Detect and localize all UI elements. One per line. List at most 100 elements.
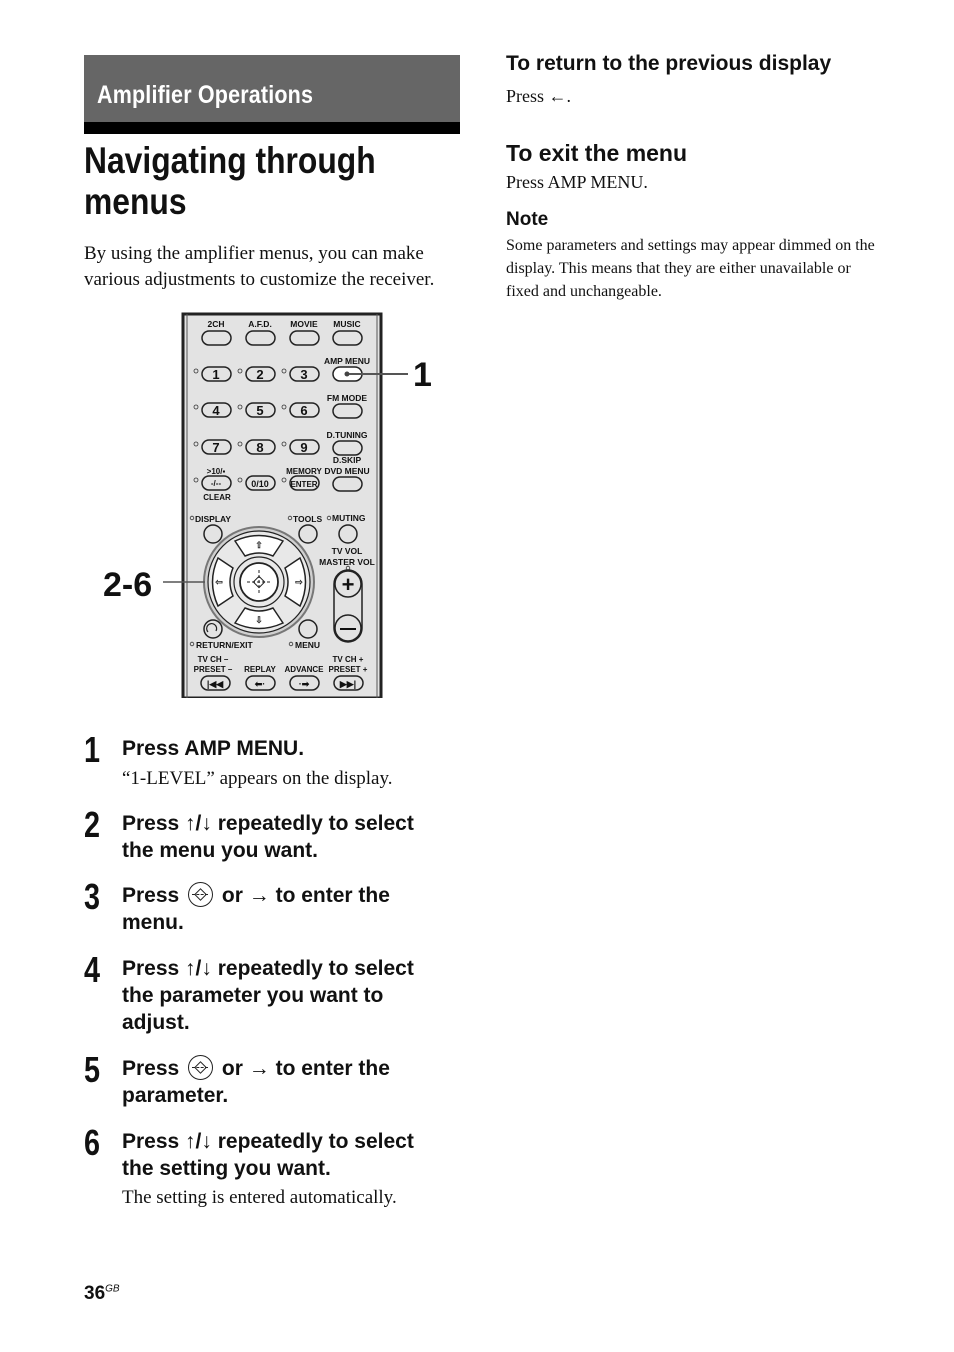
key-5-label: 5 — [256, 403, 263, 418]
step-line: adjust. — [122, 1011, 190, 1034]
button-2ch[interactable] — [201, 330, 232, 346]
exit-heading: To exit the menu — [506, 140, 688, 166]
step-line: Press — [122, 1057, 180, 1080]
label-2ch: 2CH — [207, 319, 224, 329]
step-text: Press ↑/↓ repeatedly to select the setti… — [122, 1128, 467, 1182]
step-line: menu. — [122, 911, 184, 934]
enter-icon — [188, 1055, 214, 1080]
plus-icon: + — [342, 572, 355, 597]
enter-icon — [188, 882, 214, 907]
right-arrow-icon: ⇨ — [295, 577, 303, 587]
tv-vol-label: TV VOL — [332, 546, 363, 556]
section-banner: Amplifier Operations — [84, 55, 460, 134]
label-dvd-menu: DVD MENU — [324, 466, 369, 476]
step-line: the parameter you want to — [122, 984, 384, 1007]
intro-paragraph: By using the amplifier menus, you can ma… — [84, 243, 435, 290]
advance-icon: ·➡ — [299, 679, 310, 689]
step-number: 5 — [84, 1049, 101, 1090]
menu-label: MENU — [295, 640, 320, 650]
button-tools[interactable] — [298, 524, 318, 544]
step-line: or → to enter the — [221, 884, 390, 907]
step-line: Press ↑/↓ repeatedly to select — [122, 957, 414, 980]
section-title: Amplifier Operations — [97, 81, 314, 109]
key-0-label: 0/10 — [251, 479, 269, 489]
button-dvd-menu[interactable] — [332, 476, 363, 492]
label-dskip: D.SKIP — [333, 455, 362, 465]
label-afd: A.F.D. — [248, 319, 272, 329]
step-number: 3 — [84, 876, 101, 917]
button-dtuning[interactable] — [332, 440, 363, 456]
callout-1: 1 — [413, 356, 432, 394]
label-dtuning: D.TUNING — [326, 430, 367, 440]
note-text: Some parameters and settings may appear … — [506, 237, 875, 300]
replay-label: REPLAY — [244, 665, 276, 674]
step-line: parameter. — [122, 1084, 229, 1107]
key-9-label: 9 — [300, 440, 307, 455]
step-line: the menu you want. — [122, 839, 319, 862]
button-fm-mode[interactable] — [332, 403, 363, 419]
tvch-plus-label: TV CH + — [333, 655, 364, 664]
step-line: or → to enter the — [221, 1057, 390, 1080]
enter-label: ENTER — [290, 480, 317, 489]
step-line: Press — [122, 884, 180, 907]
step-line: Press ↑/↓ repeatedly to select — [122, 1130, 414, 1153]
key-3-label: 3 — [300, 367, 307, 382]
key-4-label: 4 — [212, 403, 220, 418]
label-amp-menu: AMP MENU — [324, 356, 370, 366]
step-number: 1 — [84, 729, 101, 770]
page-region-suffix: GB — [105, 1283, 120, 1295]
step-note: “1-LEVEL” appears on the display. — [122, 768, 393, 789]
advance-label: ADVANCE — [285, 665, 325, 674]
key-1-label: 1 — [212, 367, 219, 382]
remote-illustration: 2CH A.F.D. MOVIE MUSIC AMP MENU FM MODE … — [95, 312, 435, 700]
note-heading: Note — [506, 209, 549, 230]
page-title: Navigating through menus — [84, 140, 376, 222]
key-6-label: 6 — [300, 403, 307, 418]
key-2-label: 2 — [256, 367, 263, 382]
callout-2-6: 2-6 — [103, 566, 152, 604]
prev-track-icon: |◀◀ — [207, 679, 224, 689]
step-number: 2 — [84, 804, 101, 845]
clear-label: CLEAR — [203, 493, 231, 502]
return-exit-label: RETURN/EXIT — [196, 640, 253, 650]
button-menu[interactable] — [298, 619, 318, 639]
page-number: 36GB — [84, 1283, 120, 1305]
step-text: Press or → to enter the menu. — [122, 882, 467, 936]
banner-underline — [84, 122, 460, 134]
button-movie[interactable] — [289, 330, 320, 346]
return-heading: To return to the previous display — [506, 52, 832, 75]
button-music[interactable] — [332, 330, 363, 346]
muting-label: MUTING — [332, 513, 366, 523]
preset-plus-label: PRESET + — [329, 665, 368, 674]
label-movie: MOVIE — [290, 319, 318, 329]
down-arrow-icon: ⇩ — [255, 615, 263, 625]
tools-label: TOOLS — [293, 514, 322, 524]
step-line: Press ↑/↓ repeatedly to select — [122, 812, 414, 835]
up-arrow-icon: ⇧ — [255, 540, 263, 550]
key-7-label: 7 — [212, 440, 219, 455]
step-text: Press or → to enter the parameter. — [122, 1055, 467, 1109]
remote-svg: 2CH A.F.D. MOVIE MUSIC AMP MENU FM MODE … — [103, 312, 432, 700]
page-number-value: 36 — [84, 1283, 106, 1304]
key-8-label: 8 — [256, 440, 263, 455]
step-text: Press ↑/↓ repeatedly to select the param… — [122, 955, 467, 1036]
tvch-minus-label: TV CH – — [198, 655, 229, 664]
button-muting[interactable] — [338, 524, 358, 544]
next-track-icon: ▶▶| — [339, 679, 356, 689]
step-line: the setting you want. — [122, 1157, 331, 1180]
return-text: Press ←. — [506, 86, 572, 106]
step-number: 6 — [84, 1122, 101, 1163]
memory-label: MEMORY — [286, 467, 322, 476]
label-fm-mode: FM MODE — [327, 393, 367, 403]
display-label: DISPLAY — [195, 514, 231, 524]
step-number: 4 — [84, 949, 101, 990]
button-afd[interactable] — [245, 330, 276, 346]
step-text: Press AMP MENU. — [122, 737, 305, 760]
replay-icon: ⬅· — [254, 679, 266, 689]
key-10-label: -/-- — [211, 479, 222, 488]
button-display[interactable] — [203, 524, 223, 544]
step-note: The setting is entered automatically. — [122, 1187, 397, 1208]
label-music: MUSIC — [333, 319, 360, 329]
exit-text: Press AMP MENU. — [506, 172, 648, 192]
master-vol-label: MASTER VOL — [319, 557, 375, 567]
